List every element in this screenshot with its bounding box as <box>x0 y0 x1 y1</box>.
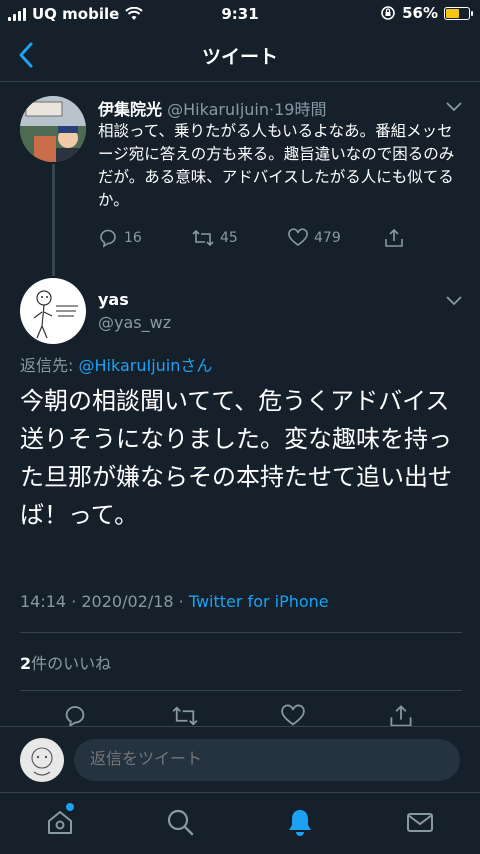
notification-dot <box>66 803 74 811</box>
reply-icon[interactable] <box>63 704 87 728</box>
likes-label: 件のいいね <box>31 654 112 673</box>
tweet-text: 今朝の相談聞いてて、危うくアドバイス送りそうになりました。変な趣味を持った旦那が… <box>20 387 452 529</box>
nav-bar: ツイート <box>0 28 480 82</box>
chevron-down-icon[interactable] <box>446 102 462 112</box>
reply-icon <box>100 229 116 248</box>
tweet-text: 相談って、乗りたがる人もいるよなあ。番組メッセージ宛に答えの方も来る。趣旨違いな… <box>98 122 455 209</box>
search-icon[interactable] <box>165 807 195 837</box>
share-action[interactable] <box>384 228 404 248</box>
author-handle[interactable]: @HikaruIjuin <box>167 100 269 119</box>
like-action[interactable]: 479 <box>288 228 341 248</box>
bell-icon[interactable] <box>285 807 315 837</box>
divider <box>20 690 462 691</box>
heart-icon[interactable] <box>281 704 305 728</box>
home-icon[interactable] <box>45 807 75 837</box>
avatar[interactable] <box>20 278 86 344</box>
tweet-time: 19時間 <box>274 100 327 119</box>
thread-line <box>52 164 55 276</box>
tweet-datetime: 14:14 · 2020/02/18 · <box>20 592 189 611</box>
retweet-icon[interactable] <box>172 704 198 728</box>
likes-summary[interactable]: 2件のいいね <box>20 650 111 674</box>
reply-input[interactable] <box>74 739 460 781</box>
battery-icon <box>444 6 473 20</box>
orientation-lock-icon <box>381 6 395 20</box>
page-title: ツイート <box>201 46 278 68</box>
parent-tweet-header: 伊集院光 @HikaruIjuin·19時間 <box>98 96 326 120</box>
tweet-source-link[interactable]: Twitter for iPhone <box>189 592 329 611</box>
retweet-count: 45 <box>220 230 238 246</box>
retweet-action[interactable]: 45 <box>192 228 238 248</box>
share-icon[interactable] <box>389 704 413 728</box>
divider <box>20 632 462 633</box>
avatar <box>20 738 64 782</box>
battery-percent: 56% <box>402 4 438 22</box>
tweet-meta: 14:14 · 2020/02/18 · Twitter for iPhone <box>20 592 329 611</box>
mail-icon[interactable] <box>405 807 435 837</box>
share-icon <box>385 228 403 247</box>
reply-to-suffix: さん <box>180 356 213 375</box>
reply-to-prefix: 返信先: <box>20 356 79 375</box>
reply-count: 16 <box>124 230 142 246</box>
reply-bar <box>0 726 480 792</box>
status-bar: UQ mobile 9:31 56% <box>0 0 480 28</box>
heart-icon <box>288 228 308 246</box>
tweet-actions: 16 45 479 <box>98 228 418 252</box>
likes-count: 2 <box>20 654 32 673</box>
author-name[interactable]: yas <box>98 290 129 309</box>
author-handle[interactable]: @yas_wz <box>98 313 171 332</box>
avatar[interactable] <box>20 96 86 162</box>
reply-to-link[interactable]: @HikaruIjuin <box>78 356 180 375</box>
reply-to-line: 返信先: @HikaruIjuinさん <box>20 352 212 376</box>
like-count: 479 <box>314 230 341 246</box>
tweet-actions <box>0 702 480 728</box>
chevron-down-icon[interactable] <box>446 296 462 306</box>
reply-action[interactable]: 16 <box>98 228 142 248</box>
tab-bar <box>0 792 480 854</box>
author-name[interactable]: 伊集院光 <box>98 100 162 119</box>
retweet-icon <box>192 229 214 247</box>
